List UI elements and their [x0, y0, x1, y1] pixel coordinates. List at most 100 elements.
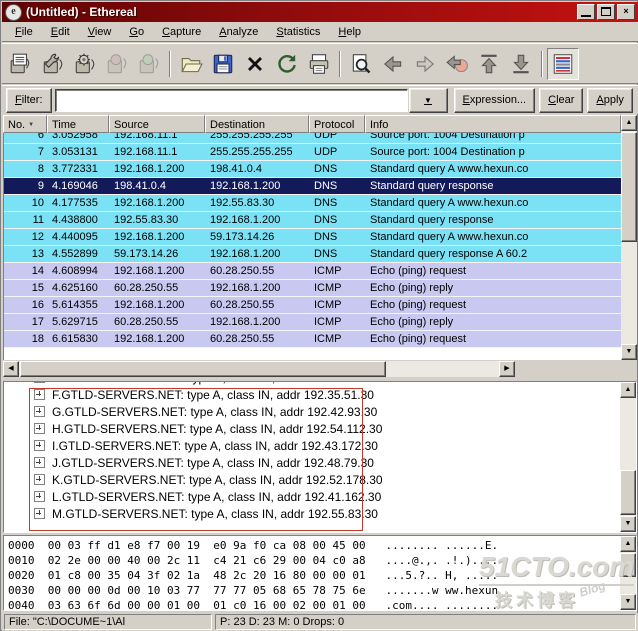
column-header-time[interactable]: Time: [47, 115, 109, 133]
filter-input[interactable]: [55, 89, 408, 112]
packet-row-8[interactable]: 83.772331192.168.1.200198.41.0.4DNSStand…: [4, 161, 621, 178]
save-file-button[interactable]: [207, 48, 239, 80]
scroll-up-icon[interactable]: ▲: [621, 115, 637, 131]
hex-line[interactable]: 0040 03 63 6f 6d 00 00 01 00 01 c0 16 00…: [4, 598, 498, 611]
go-to-packet-button[interactable]: [441, 48, 473, 80]
menu-statistics[interactable]: Statistics: [267, 24, 329, 40]
packet-list-vscrollbar[interactable]: ▲ ▼: [621, 115, 637, 360]
packet-row-12[interactable]: 124.440095192.168.1.20059.173.14.26DNSSt…: [4, 229, 621, 246]
minimize-icon: [581, 15, 591, 17]
expand-plus-icon[interactable]: [34, 440, 45, 451]
column-header-no[interactable]: No.▼: [3, 115, 47, 133]
close-file-button[interactable]: [239, 48, 271, 80]
expand-plus-icon[interactable]: [34, 457, 45, 468]
hex-vscrollbar[interactable]: ▲ ▼: [620, 536, 636, 610]
vscroll-thumb[interactable]: [620, 470, 636, 515]
tree-item-l-gtld[interactable]: L.GTLD-SERVERS.NET: type A, class IN, ad…: [4, 488, 620, 505]
stop-capture-icon: [105, 52, 129, 76]
menu-view[interactable]: View: [79, 24, 121, 40]
tree-item-g-gtld[interactable]: G.GTLD-SERVERS.NET: type A, class IN, ad…: [4, 403, 620, 420]
menu-go[interactable]: Go: [120, 24, 153, 40]
packet-row-10[interactable]: 104.177535192.168.1.200192.55.83.30DNSSt…: [4, 195, 621, 212]
find-button[interactable]: [345, 48, 377, 80]
clear-button[interactable]: Clear: [539, 88, 583, 113]
go-forward-button[interactable]: [409, 48, 441, 80]
hex-line[interactable]: 0010 02 2e 00 00 40 00 2c 11 c4 21 c6 29…: [4, 553, 498, 568]
vscroll-thumb[interactable]: [620, 553, 636, 577]
packet-row-13[interactable]: 134.55289959.173.14.26192.168.1.200DNSSt…: [4, 246, 621, 263]
scroll-down-icon[interactable]: ▼: [620, 516, 636, 532]
scroll-up-icon[interactable]: ▲: [620, 536, 636, 552]
packet-row-11[interactable]: 114.438800192.55.83.30192.168.1.200DNSSt…: [4, 212, 621, 229]
detail-vscrollbar[interactable]: ▲ ▼: [620, 382, 636, 532]
packet-row-6[interactable]: 63.052958192.168.11.1255.255.255.255UDPS…: [4, 133, 621, 144]
scroll-up-icon[interactable]: ▲: [620, 382, 636, 398]
packet-row-16[interactable]: 165.614355192.168.1.20060.28.250.55ICMPE…: [4, 297, 621, 314]
packet-row-9-selected[interactable]: 94.169046198.41.0.4192.168.1.200DNSStand…: [4, 178, 621, 195]
packet-row-17[interactable]: 175.62971560.28.250.55192.168.1.200ICMPE…: [4, 314, 621, 331]
expression-button[interactable]: Expression...: [454, 88, 536, 113]
packet-row-14[interactable]: 144.608994192.168.1.20060.28.250.55ICMPE…: [4, 263, 621, 280]
status-packet-counts: P: 23 D: 23 M: 0 Drops: 0: [215, 614, 636, 630]
menu-edit[interactable]: Edit: [42, 24, 79, 40]
tree-item-f-gtld[interactable]: F.GTLD-SERVERS.NET: type A, class IN, ad…: [4, 386, 620, 403]
column-header-protocol[interactable]: Protocol: [309, 115, 365, 133]
close-x-icon: [243, 52, 267, 76]
column-header-destination[interactable]: Destination: [205, 115, 309, 133]
start-capture-icon: [73, 52, 97, 76]
expand-plus-icon[interactable]: [34, 423, 45, 434]
packet-row-18[interactable]: 186.615830192.168.1.20060.28.250.55ICMPE…: [4, 331, 621, 348]
toolbar-separator: [169, 51, 171, 77]
go-back-button[interactable]: [377, 48, 409, 80]
expand-plus-icon[interactable]: [34, 389, 45, 400]
packet-list-hscrollbar[interactable]: ◀ ▶: [3, 361, 515, 377]
expand-plus-icon[interactable]: [34, 491, 45, 502]
minimize-button[interactable]: [577, 4, 595, 20]
scroll-down-icon[interactable]: ▼: [621, 344, 637, 360]
filter-dropdown-button[interactable]: ▼: [409, 88, 448, 113]
menu-file[interactable]: File: [6, 24, 42, 40]
packet-row-7[interactable]: 73.053131192.168.11.1255.255.255.255UDPS…: [4, 144, 621, 161]
hex-line[interactable]: 0020 01 c8 00 35 04 3f 02 1a 48 2c 20 16…: [4, 568, 498, 583]
expand-plus-icon[interactable]: [34, 406, 45, 417]
expand-plus-icon[interactable]: [34, 508, 45, 519]
go-to-top-button[interactable]: [473, 48, 505, 80]
maximize-button[interactable]: [597, 4, 615, 20]
menu-capture[interactable]: Capture: [153, 24, 210, 40]
tree-item-h-gtld[interactable]: H.GTLD-SERVERS.NET: type A, class IN, ad…: [4, 420, 620, 437]
title-bar: e (Untitled) - Ethereal ×: [2, 2, 638, 22]
tree-item-m-gtld[interactable]: M.GTLD-SERVERS.NET: type A, class IN, ad…: [4, 505, 620, 522]
tree-item-k-gtld[interactable]: K.GTLD-SERVERS.NET: type A, class IN, ad…: [4, 471, 620, 488]
list-interfaces-button[interactable]: [5, 48, 37, 80]
start-capture-button[interactable]: [69, 48, 101, 80]
scroll-down-icon[interactable]: ▼: [620, 594, 636, 610]
hscroll-thumb[interactable]: [20, 361, 386, 377]
hex-line[interactable]: 0030 00 00 00 0d 00 10 03 77 77 77 05 68…: [4, 583, 498, 598]
menu-analyze[interactable]: Analyze: [210, 24, 267, 40]
print-icon: [307, 52, 331, 76]
filter-button[interactable]: Filter:: [6, 88, 52, 113]
scroll-right-icon[interactable]: ▶: [499, 361, 515, 377]
print-button[interactable]: [303, 48, 335, 80]
tree-item-i-gtld[interactable]: I.GTLD-SERVERS.NET: type A, class IN, ad…: [4, 437, 620, 454]
hex-line[interactable]: 0000 00 03 ff d1 e8 f7 00 19 e0 9a f0 ca…: [4, 538, 498, 553]
column-header-source[interactable]: Source: [109, 115, 205, 133]
scroll-left-icon[interactable]: ◀: [3, 361, 19, 377]
colorize-button[interactable]: [547, 48, 579, 80]
go-to-bottom-button[interactable]: [505, 48, 537, 80]
menu-help[interactable]: Help: [329, 24, 370, 40]
column-header-info[interactable]: Info: [365, 115, 621, 133]
expand-plus-icon[interactable]: [34, 381, 45, 383]
maximize-icon: [601, 7, 611, 16]
tree-item-j-gtld[interactable]: J.GTLD-SERVERS.NET: type A, class IN, ad…: [4, 454, 620, 471]
apply-button[interactable]: Apply: [587, 88, 633, 113]
packet-row-15[interactable]: 154.62516060.28.250.55192.168.1.200ICMPE…: [4, 280, 621, 297]
capture-options-button[interactable]: [37, 48, 69, 80]
vscroll-thumb[interactable]: [621, 132, 637, 242]
open-file-button[interactable]: [175, 48, 207, 80]
main-toolbar: [2, 43, 638, 84]
reload-button[interactable]: [271, 48, 303, 80]
save-floppy-icon: [211, 52, 235, 76]
expand-plus-icon[interactable]: [34, 474, 45, 485]
close-button[interactable]: ×: [617, 4, 635, 20]
